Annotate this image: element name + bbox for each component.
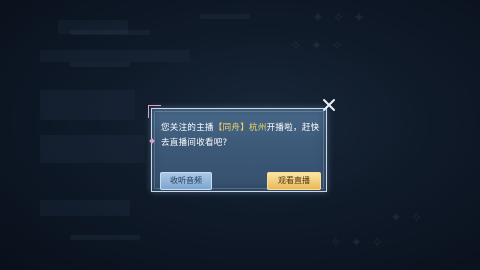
- notification-message: 您关注的主播【同舟】杭州开播啦，赶快去直播间收看吧?: [161, 121, 323, 151]
- close-button[interactable]: [321, 97, 337, 113]
- close-icon: [323, 99, 335, 111]
- anchor-tag: 【同舟】: [213, 123, 250, 133]
- watch-live-button[interactable]: 观看直播: [267, 172, 321, 190]
- ornament-dot: [149, 138, 155, 144]
- corner-ornament: [148, 105, 161, 118]
- message-prefix: 您关注的主播: [161, 123, 214, 133]
- live-notification-dialog: 您关注的主播【同舟】杭州开播啦，赶快去直播间收看吧? 收听音频 观看直播: [148, 105, 327, 192]
- listen-audio-button[interactable]: 收听音频: [160, 172, 212, 190]
- anchor-location: 杭州: [249, 123, 267, 133]
